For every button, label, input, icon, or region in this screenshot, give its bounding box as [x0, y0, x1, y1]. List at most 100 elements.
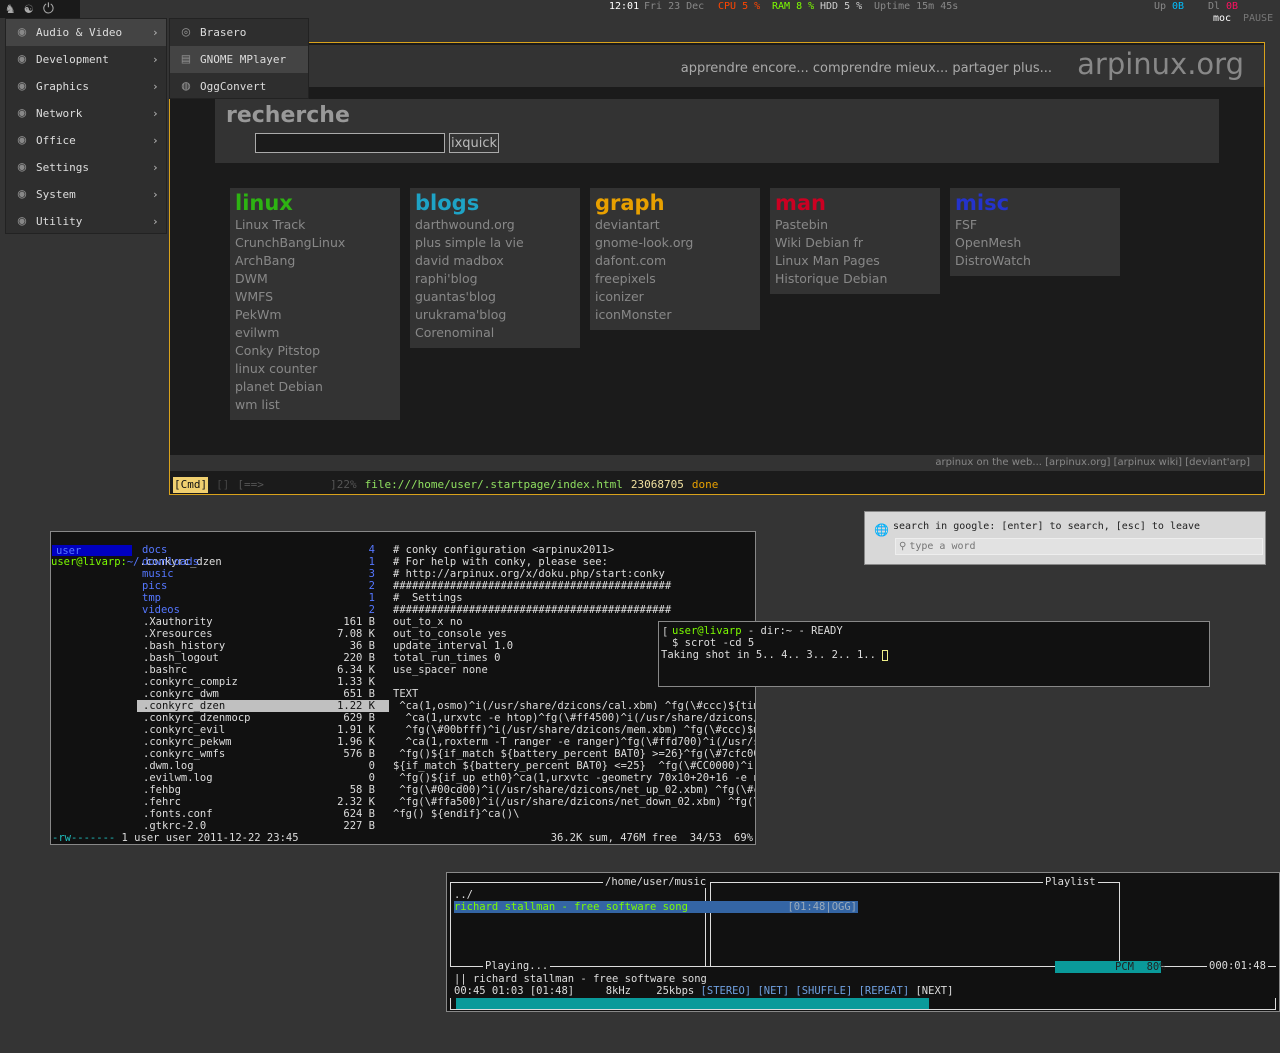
file-row[interactable]: .evilwm.log 0 — [137, 772, 389, 784]
link-item[interactable]: ArchBang — [235, 252, 395, 270]
link-item[interactable]: plus simple la vie — [415, 234, 575, 252]
menu-item-label: Utility — [36, 215, 83, 228]
parent-dir-item[interactable]: ../ — [454, 889, 473, 901]
link-item[interactable]: iconizer — [595, 288, 755, 306]
submenu-item-gnome-mplayer[interactable]: ▤ GNOME MPlayer — [170, 46, 308, 73]
file-size: 227 B — [343, 820, 375, 832]
link-item[interactable]: iconMonster — [595, 306, 755, 324]
link-item[interactable]: wm list — [235, 396, 395, 414]
link-item[interactable]: guantas'blog — [415, 288, 575, 306]
status-brackets: [] — [216, 478, 230, 491]
file-row[interactable]: .conkyrc_dzen 1.22 K — [137, 700, 389, 712]
file-name: .gtkrc-2.0 — [143, 820, 207, 832]
link-item[interactable]: raphi'blog — [415, 270, 575, 288]
menu-item-utility[interactable]: ◉ Utility › — [6, 208, 166, 235]
file-row[interactable]: .conkyrc_evil 1.91 K — [137, 724, 389, 736]
link-item[interactable]: FSF — [955, 216, 1115, 234]
file-row[interactable]: .conkyrc_dzenmocp 629 B — [137, 712, 389, 724]
file-row[interactable]: .fehbg 58 B — [137, 784, 389, 796]
link-item[interactable]: Pastebin — [775, 216, 935, 234]
google-search-input[interactable] — [909, 541, 1240, 552]
song-item[interactable]: richard stallman - free software song [01… — [454, 901, 858, 913]
link-item[interactable]: gnome-look.org — [595, 234, 755, 252]
file-row[interactable]: .gtkrc-2.0 227 B — [137, 820, 389, 832]
status-bar: [Cmd] [] [==> ]22% file:///home/user/.st… — [170, 477, 1264, 493]
menu-item-label: Network — [36, 107, 83, 120]
menu-item-settings[interactable]: ◉ Settings › — [6, 154, 166, 181]
link-item[interactable]: WMFS — [235, 288, 395, 306]
mixer-volume[interactable]: PCM 80% — [1115, 961, 1166, 973]
file-row[interactable]: music 3 — [137, 568, 389, 580]
link-item[interactable]: Wiki Debian fr — [775, 234, 935, 252]
ogg-icon: ◍ — [181, 77, 191, 94]
link-item[interactable]: darthwound.org — [415, 216, 575, 234]
link-item[interactable]: freepixels — [595, 270, 755, 288]
link-item[interactable]: david madbox — [415, 252, 575, 270]
link-item[interactable]: planet Debian — [235, 378, 395, 396]
file-row[interactable]: .fehrc 2.32 K — [137, 796, 389, 808]
song-meta: [01:48|OGG] — [787, 901, 857, 913]
search-input[interactable] — [255, 133, 445, 153]
ixquick-button[interactable]: ixquick — [449, 133, 500, 153]
file-row[interactable]: tmp 1 — [137, 592, 389, 604]
file-row[interactable]: .dwm.log 0 — [137, 760, 389, 772]
menu-item-audio-video[interactable]: ◉ Audio & Video › — [6, 19, 166, 46]
column-title: man — [775, 191, 827, 215]
link-item[interactable]: evilwm — [235, 324, 395, 342]
link-item[interactable]: Historique Debian — [775, 270, 935, 288]
file-row[interactable]: pics 2 — [137, 580, 389, 592]
moc-label[interactable]: moc — [1213, 13, 1231, 24]
url-display[interactable]: file:///home/user/.startpage/index.html — [365, 477, 623, 493]
menu-item-office[interactable]: ◉ Office › — [6, 127, 166, 154]
cat-logo-icon[interactable]: ♞ — [6, 1, 14, 17]
yin-yang-icon[interactable]: ☯ — [24, 1, 32, 17]
preview-line: # For help with conky, please see: — [393, 556, 608, 568]
progress-bar[interactable] — [456, 998, 1272, 1009]
link-item[interactable]: Conky Pitstop — [235, 342, 395, 360]
file-row[interactable]: .bash_logout 220 B — [137, 652, 389, 664]
song-title: richard stallman - free software song — [454, 901, 688, 913]
file-row[interactable]: .conkyrc_pekwm 1.96 K — [137, 736, 389, 748]
file-name: downloads — [142, 556, 199, 568]
file-row[interactable]: videos 2 — [137, 604, 389, 616]
file-row[interactable]: .Xresources 7.08 K — [137, 628, 389, 640]
link-item[interactable]: urukrama'blog — [415, 306, 575, 324]
link-item[interactable]: DWM — [235, 270, 395, 288]
menu-item-label: System — [36, 188, 76, 201]
link-item[interactable]: DistroWatch — [955, 252, 1115, 270]
file-row[interactable]: .bash_history 36 B — [137, 640, 389, 652]
menu-item-label: Development — [36, 53, 109, 66]
link-item[interactable]: linux counter — [235, 360, 395, 378]
link-item[interactable]: CrunchBangLinux — [235, 234, 395, 252]
link-item[interactable]: deviantart — [595, 216, 755, 234]
link-item[interactable]: Linux Man Pages — [775, 252, 935, 270]
submenu-item-oggconvert[interactable]: ◍ OggConvert — [170, 73, 308, 100]
link-item[interactable]: dafont.com — [595, 252, 755, 270]
prompt-dir: - dir:~ - READY — [741, 625, 843, 637]
submenu-item-label: OggConvert — [200, 80, 267, 93]
file-row[interactable]: .Xauthority 161 B — [137, 616, 389, 628]
play-flags: [STEREO] [NET] [SHUFFLE] [REPEAT] — [700, 985, 916, 997]
parent-dir-item[interactable]: user — [52, 545, 132, 557]
menu-item-graphics[interactable]: ◉ Graphics › — [6, 73, 166, 100]
column-title: misc — [955, 191, 1010, 215]
file-size: 1 — [368, 556, 375, 568]
file-row[interactable]: .fonts.conf 624 B — [137, 808, 389, 820]
link-item[interactable]: Linux Track — [235, 216, 395, 234]
power-icon[interactable]: ⏻ — [43, 1, 54, 17]
menu-item-system[interactable]: ◉ System › — [6, 181, 166, 208]
menu-item-network[interactable]: ◉ Network › — [6, 100, 166, 127]
menu-item-development[interactable]: ◉ Development › — [6, 46, 166, 73]
submenu-item-brasero[interactable]: ◎ Brasero — [170, 19, 308, 46]
link-item[interactable]: PekWm — [235, 306, 395, 324]
file-row[interactable]: .conkyrc_wmfs 576 B — [137, 748, 389, 760]
file-row[interactable]: .conkyrc_dwm 651 B — [137, 688, 389, 700]
file-row[interactable]: docs 4 — [137, 544, 389, 556]
file-row[interactable]: downloads 1 — [137, 556, 389, 568]
tools-icon: ◉ — [17, 158, 27, 175]
link-item[interactable]: OpenMesh — [955, 234, 1115, 252]
file-row[interactable]: .bashrc 6.34 K — [137, 664, 389, 676]
file-row[interactable]: .conkyrc_compiz 1.33 K — [137, 676, 389, 688]
link-item[interactable]: Corenominal — [415, 324, 575, 342]
file-name: tmp — [142, 592, 161, 604]
